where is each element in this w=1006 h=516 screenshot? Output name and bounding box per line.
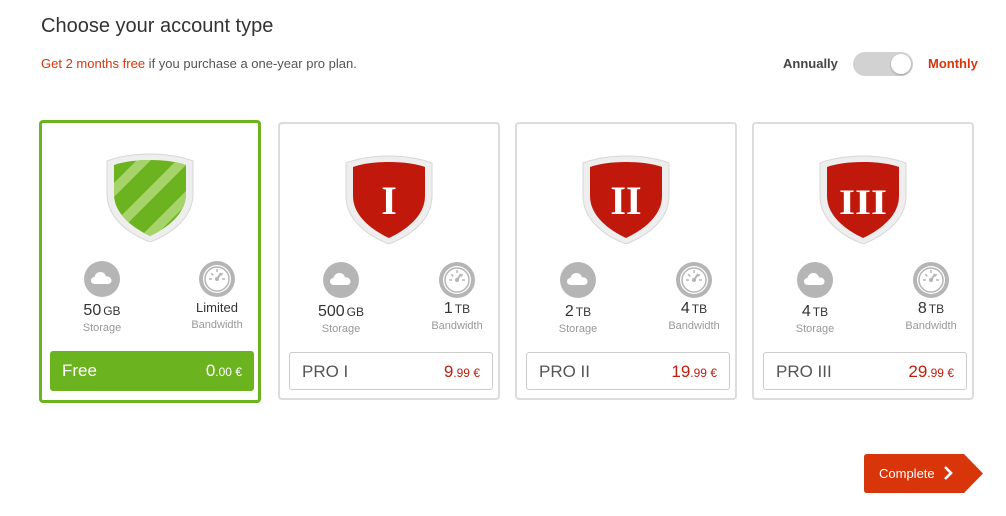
plan-price-pro-i[interactable]: PRO I 9.99 € (289, 352, 493, 390)
speedometer-icon (439, 262, 475, 298)
plan-name: PRO II (539, 362, 591, 381)
storage-value: 2 TB (564, 303, 592, 320)
shield-numeral: I (381, 178, 397, 223)
bandwidth-feature: 1 TB Bandwidth (412, 262, 502, 332)
storage-caption: Storage (558, 323, 598, 335)
bandwidth-value: 8 TB (917, 300, 945, 317)
storage-caption: Storage (321, 323, 361, 335)
complete-button[interactable]: Complete (864, 454, 984, 493)
complete-label: Complete (879, 466, 935, 481)
red-shield-icon: III (819, 155, 907, 244)
shield-numeral: II (610, 178, 641, 223)
storage-feature: 2 TB Storage (533, 262, 623, 335)
shield-numeral: III (839, 182, 887, 222)
bandwidth-feature: Limited Bandwidth (172, 261, 262, 331)
plan-price: 0.00 € (205, 361, 242, 380)
promo-rest: if you purchase a one-year pro plan. (145, 56, 357, 71)
plan-price-pro-ii[interactable]: PRO II 19.99 € (526, 352, 730, 390)
plan-card-pro-i[interactable]: I 500 GB Storage 1 TB Bandwidth PRO I 9.99… (278, 122, 500, 400)
speedometer-icon (913, 262, 949, 298)
storage-feature: 50 GB Storage (57, 261, 147, 334)
storage-caption: Storage (82, 322, 122, 334)
red-shield-icon: I (345, 155, 433, 244)
promo-highlight: Get 2 months free (41, 56, 146, 71)
cloud-icon (84, 261, 120, 297)
plan-price: 19.99 € (671, 362, 717, 381)
page-title: Choose your account type (41, 15, 274, 37)
cloud-icon (560, 262, 596, 298)
plan-price-free[interactable]: Free 0.00 € (50, 351, 254, 391)
bandwidth-caption: Bandwidth (668, 320, 720, 332)
switch-knob (891, 54, 911, 74)
bandwidth-caption: Bandwidth (431, 320, 483, 332)
chevron-right-icon (944, 466, 953, 480)
bandwidth-feature: 8 TB Bandwidth (886, 262, 976, 332)
monthly-label[interactable]: Monthly (928, 56, 978, 71)
billing-toggle: Annually Monthly (783, 52, 983, 76)
storage-value: 50 GB (83, 302, 121, 319)
green-striped-shield-icon (106, 153, 194, 242)
plan-name: Free (62, 361, 97, 380)
plan-price: 29.99 € (908, 362, 954, 381)
bandwidth-caption: Bandwidth (905, 320, 957, 332)
storage-value: 4 TB (801, 303, 829, 320)
billing-switch[interactable] (853, 52, 913, 76)
plan-name: PRO III (776, 362, 832, 381)
annually-label[interactable]: Annually (783, 56, 838, 71)
speedometer-icon (676, 262, 712, 298)
cloud-icon (797, 262, 833, 298)
storage-feature: 4 TB Storage (770, 262, 860, 335)
plan-card-free[interactable]: 50 GB Storage Limited Bandwidth Free 0.00… (39, 120, 261, 403)
plan-price: 9.99 € (443, 362, 480, 381)
bandwidth-value: 1 TB (443, 300, 471, 317)
cloud-icon (323, 262, 359, 298)
red-shield-icon: II (582, 155, 670, 244)
storage-caption: Storage (795, 323, 835, 335)
promo-text: Get 2 months free if you purchase a one-… (41, 56, 357, 71)
bandwidth-feature: 4 TB Bandwidth (649, 262, 739, 332)
bandwidth-value: Limited (196, 300, 238, 315)
plan-card-pro-ii[interactable]: II 2 TB Storage 4 TB Bandwidth PRO II 19.9… (515, 122, 737, 400)
plan-price-pro-iii[interactable]: PRO III 29.99 € (763, 352, 967, 390)
bandwidth-value: 4 TB (680, 300, 708, 317)
plan-name: PRO I (302, 362, 349, 381)
bandwidth-caption: Bandwidth (191, 319, 243, 331)
plan-card-pro-iii[interactable]: III 4 TB Storage 8 TB Bandwidth PRO III 29… (752, 122, 974, 400)
storage-feature: 500 GB Storage (296, 262, 386, 335)
storage-value: 500 GB (317, 303, 365, 320)
speedometer-icon (199, 261, 235, 297)
